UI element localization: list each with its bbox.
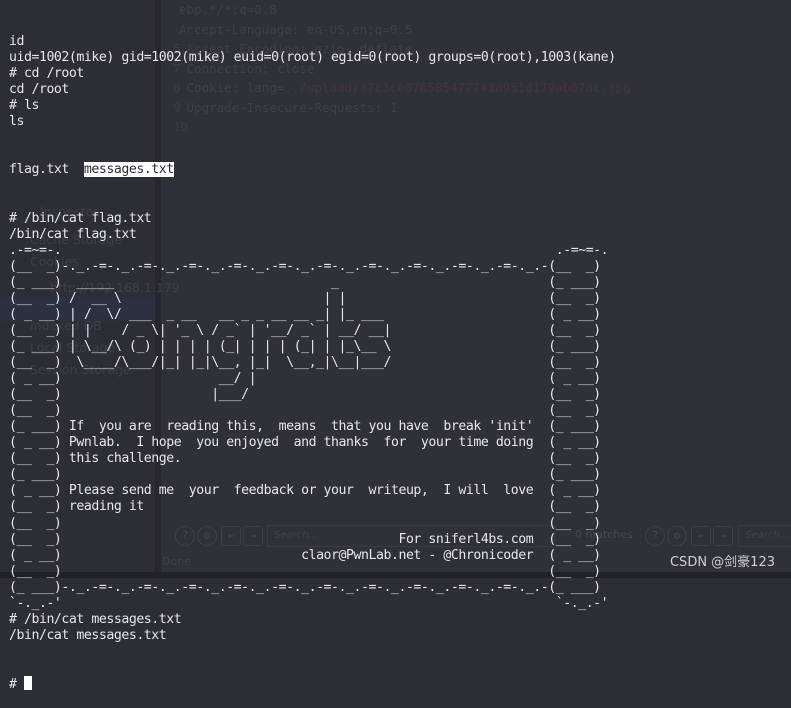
help-icon-right[interactable]: ? [645, 526, 665, 546]
arrow-left-icon-right[interactable]: ← [691, 526, 711, 546]
terminal-line: # /bin/cat messages.txt [9, 611, 182, 627]
terminal-line: ls [9, 114, 24, 130]
terminal-line: ( _ __) __/ | ( _ __) [9, 371, 601, 387]
ls-output-line: flag.txt messages.txt [9, 162, 616, 178]
terminal-line: (__ _) / __ \ | | (__ _) [9, 290, 601, 306]
gear-icon-right[interactable]: ⚙ [667, 526, 687, 546]
terminal-line: (__ _) (__ _) [9, 403, 601, 419]
terminal-line: (__ _) | | / _ \| '_ \ / _` | '__/ _` | … [9, 322, 601, 338]
terminal-line: # /bin/cat flag.txt [9, 210, 152, 226]
terminal-line: cd /root [9, 82, 69, 98]
terminal-line: (__ _) (__ _) [9, 563, 601, 579]
terminal-line: (_ ___) _____ _ (_ ___) [9, 274, 601, 290]
terminal-line: (__ _) \____/\___/|_| |_|\__, |_| \__,_|… [9, 355, 601, 371]
terminal-line: .-=~=-. .-=~=-. [9, 242, 609, 258]
terminal-line: /bin/cat flag.txt [9, 226, 137, 242]
terminal-line: (_ ___)-._.-=-._.-=-._.-=-._.-=-._.-=-._… [9, 579, 601, 595]
terminal-line: (__ _) reading it (__ _) [9, 499, 601, 515]
terminal-line: ( _ __) | / \/ ___ _ __ __ _ _ __ __ _| … [9, 306, 601, 322]
terminal-line: (__ _) For sniferl4bs.com (__ _) [9, 531, 601, 547]
terminal-line: (__ _) |___/ (__ _) [9, 387, 601, 403]
terminal-line: (__ _)-._.-=-._.-=-._.-=-._.-=-._.-=-._.… [9, 258, 601, 274]
terminal-line: (__ _) this challenge. (__ _) [9, 451, 601, 467]
terminal-line: /bin/cat messages.txt [9, 627, 167, 643]
prompt-line[interactable]: # [9, 675, 616, 692]
terminal-line: ( _ __) Please send me your feedback or … [9, 483, 601, 499]
terminal-line: id [9, 34, 24, 50]
ls-file-messages-selected[interactable]: messages.txt [83, 162, 174, 178]
terminal-line: # cd /root [9, 66, 84, 82]
terminal-line: (_ ___) (_ ___) [9, 467, 601, 483]
shell-prompt: # [9, 676, 24, 692]
terminal-line: (_ ___) | \__/\ (_) | | | | (_| | | | (_… [9, 338, 601, 354]
terminal-output[interactable]: id uid=1002(mike) gid=1002(mike) euid=0(r… [9, 2, 616, 708]
terminal-cursor [23, 675, 32, 690]
search-input-right[interactable]: Search... [738, 525, 791, 547]
terminal-line: uid=1002(mike) gid=1002(mike) euid=0(roo… [9, 50, 616, 66]
arrow-right-icon-right[interactable]: → [713, 526, 733, 546]
terminal-line: ( _ __) claor@PwnLab.net - @Chronicoder … [9, 547, 601, 563]
terminal-line: `-._.-' `-._.-' [9, 595, 609, 611]
ls-file-flag: flag.txt [9, 162, 84, 178]
terminal-line: (__ _) (__ _) [9, 515, 601, 531]
terminal-line: ( _ __) Pwnlab. I hope you enjoyed and t… [9, 435, 601, 451]
terminal-line: (_ ___) If you are reading this, means t… [9, 419, 601, 435]
terminal-line: # ls [9, 98, 39, 114]
csdn-watermark: CSDN @剑豪123 [669, 555, 775, 570]
